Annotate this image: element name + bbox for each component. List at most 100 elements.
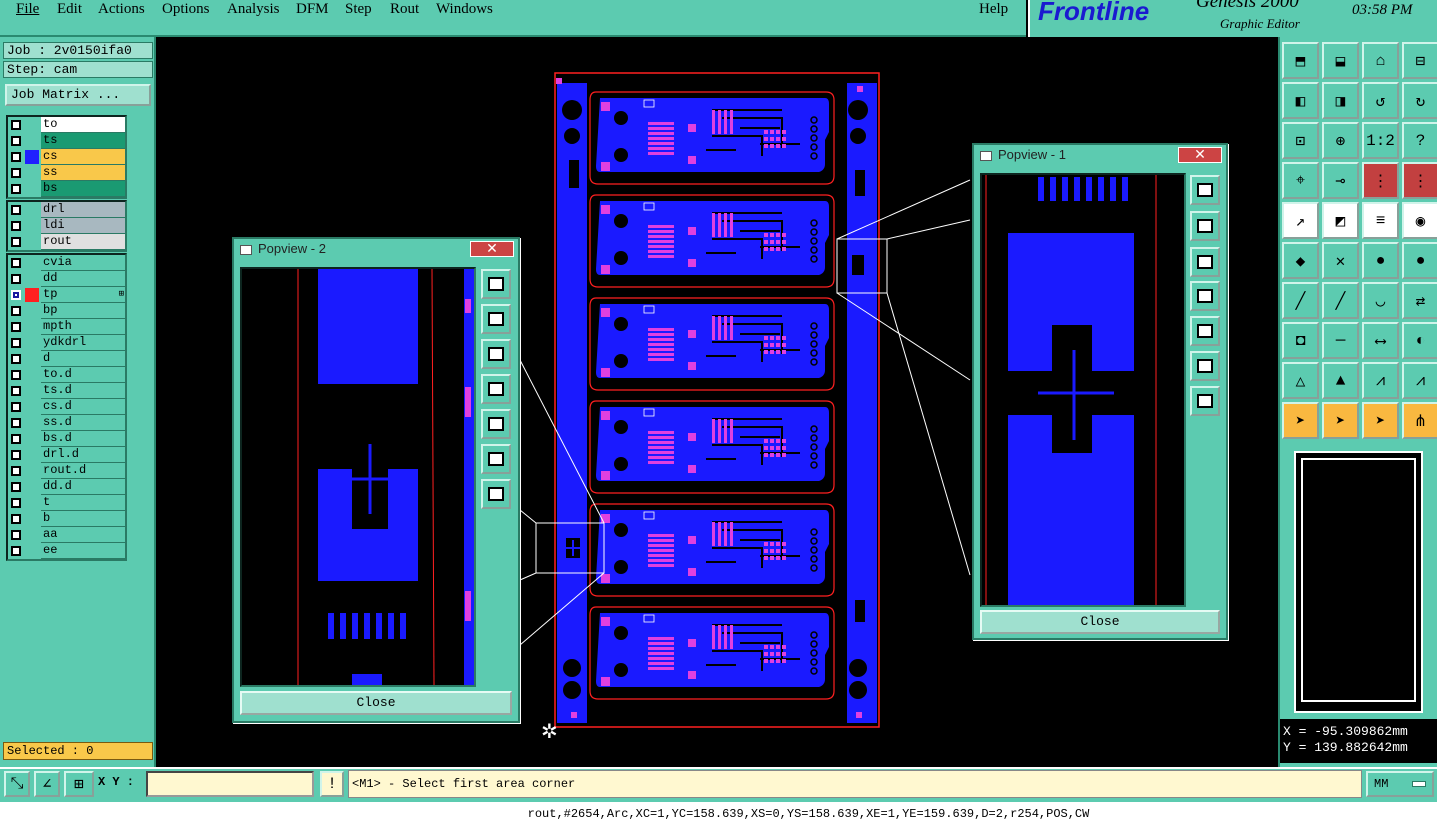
popview-1-window[interactable]: Popview - 1 ✕ Close bbox=[972, 143, 1228, 640]
layer-checkbox[interactable] bbox=[11, 136, 21, 146]
layer-color-swatch[interactable] bbox=[25, 182, 39, 196]
pad-icon[interactable]: ◘ bbox=[1282, 322, 1319, 359]
layer-name[interactable]: bs bbox=[41, 181, 125, 197]
layer-color-swatch[interactable] bbox=[25, 272, 39, 286]
cross-icon[interactable]: ✕ bbox=[1322, 242, 1359, 279]
mirror-icon[interactable]: ⇄ bbox=[1402, 282, 1437, 319]
pan-left-icon[interactable]: ◧ bbox=[1282, 82, 1319, 119]
menu-help[interactable]: Help bbox=[979, 1, 1008, 18]
layer-row-to-d[interactable]: to.d bbox=[8, 367, 125, 383]
home-icon[interactable]: ⌂ bbox=[1362, 42, 1399, 79]
layer-checkbox[interactable] bbox=[11, 514, 21, 524]
step-down-icon[interactable]: ⬓ bbox=[1322, 42, 1359, 79]
layer-row-aa[interactable]: aa bbox=[8, 527, 125, 543]
layer-color-swatch[interactable] bbox=[25, 496, 39, 510]
zoom-in-button[interactable] bbox=[1190, 351, 1220, 381]
zoom-fit-button[interactable] bbox=[1190, 175, 1220, 205]
zoom-fit-icon[interactable]: ⊡ bbox=[1282, 122, 1319, 159]
layer-name[interactable]: to bbox=[41, 117, 125, 133]
layer-row-tp[interactable]: tp ⊞ bbox=[8, 287, 125, 303]
layer-name[interactable]: drl.d bbox=[41, 447, 125, 463]
layer-checkbox[interactable] bbox=[11, 402, 21, 412]
layer-color-swatch[interactable] bbox=[25, 432, 39, 446]
layer-name[interactable]: cvia bbox=[41, 255, 125, 271]
pan-left-button[interactable] bbox=[1190, 281, 1220, 311]
layer-checkbox[interactable] bbox=[11, 274, 21, 284]
grid-icon[interactable]: ⊞ bbox=[64, 771, 94, 797]
layer-color-swatch[interactable] bbox=[25, 480, 39, 494]
layer-row-ee[interactable]: ee bbox=[8, 543, 125, 559]
layer-name[interactable]: tp ⊞ bbox=[41, 287, 125, 303]
layer-name[interactable]: ldi bbox=[41, 218, 125, 234]
layer-name[interactable]: mpth bbox=[41, 319, 125, 335]
layer-row-ts[interactable]: ts bbox=[8, 133, 125, 149]
layer-name[interactable]: dd.d bbox=[41, 479, 125, 495]
measure-icon[interactable]: ∠ bbox=[34, 771, 60, 797]
layer-color-swatch[interactable] bbox=[25, 336, 39, 350]
zoom-fit-button[interactable] bbox=[481, 269, 511, 299]
probe-icon[interactable]: ⊸ bbox=[1322, 162, 1359, 199]
tri4-icon[interactable]: ⩘ bbox=[1402, 362, 1437, 399]
target-icon[interactable]: ◉ bbox=[1402, 202, 1437, 239]
layer-row-cs[interactable]: cs bbox=[8, 149, 125, 165]
arc-icon[interactable]: ◡ bbox=[1362, 282, 1399, 319]
layer-color-swatch[interactable] bbox=[25, 384, 39, 398]
menu-step[interactable]: Step bbox=[345, 1, 372, 18]
popview-2-close-button[interactable]: Close bbox=[240, 691, 512, 715]
node2-icon[interactable]: ● bbox=[1402, 242, 1437, 279]
layer-name[interactable]: ts bbox=[41, 133, 125, 149]
popview-2-window[interactable]: Popview - 2 ✕ Close bbox=[232, 237, 520, 723]
window-icon[interactable]: ⊟ bbox=[1402, 42, 1437, 79]
layer-color-swatch[interactable] bbox=[25, 288, 39, 302]
layer-checkbox[interactable] bbox=[11, 434, 21, 444]
layer-name[interactable]: cs bbox=[41, 149, 125, 165]
pan-right-button[interactable] bbox=[481, 409, 511, 439]
pan-right-icon[interactable]: ◨ bbox=[1322, 82, 1359, 119]
menu-options[interactable]: Options bbox=[162, 1, 210, 18]
ruler-icon[interactable]: ≡ bbox=[1362, 202, 1399, 239]
layer-checkbox[interactable] bbox=[11, 354, 21, 364]
layer-name[interactable]: b bbox=[41, 511, 125, 527]
layer-row-t[interactable]: t bbox=[8, 495, 125, 511]
layer-name[interactable]: ee bbox=[41, 543, 125, 559]
layer-name[interactable]: rout bbox=[41, 234, 125, 250]
layer-color-swatch[interactable] bbox=[25, 352, 39, 366]
layer-name[interactable]: ydkdrl bbox=[41, 335, 125, 351]
layer-row-drl-d[interactable]: drl.d bbox=[8, 447, 125, 463]
layer-row-dd-d[interactable]: dd.d bbox=[8, 479, 125, 495]
layer-name[interactable]: to.d bbox=[41, 367, 125, 383]
layer-checkbox[interactable] bbox=[11, 290, 21, 300]
layer-color-swatch[interactable] bbox=[25, 150, 39, 164]
layer-name[interactable]: aa bbox=[41, 527, 125, 543]
layer-row-bs[interactable]: bs bbox=[8, 181, 125, 197]
layer-color-swatch[interactable] bbox=[25, 219, 39, 233]
connect-icon[interactable]: ◆ bbox=[1282, 242, 1319, 279]
layer-color-swatch[interactable] bbox=[25, 448, 39, 462]
layer-checkbox[interactable] bbox=[11, 546, 21, 556]
layer-name[interactable]: ts.d bbox=[41, 383, 125, 399]
layer-color-swatch[interactable] bbox=[25, 416, 39, 430]
fit-icon[interactable]: ⟷ bbox=[1362, 322, 1399, 359]
layer-color-swatch[interactable] bbox=[25, 400, 39, 414]
layer-row-rout[interactable]: rout bbox=[8, 234, 125, 250]
layer-name[interactable]: cs.d bbox=[41, 399, 125, 415]
segment-icon[interactable]: ─ bbox=[1322, 322, 1359, 359]
layer-checkbox[interactable] bbox=[11, 530, 21, 540]
layer-checkbox[interactable] bbox=[11, 205, 21, 215]
layer-name[interactable]: drl bbox=[41, 202, 125, 218]
layer-name[interactable]: ss.d bbox=[41, 415, 125, 431]
layer-checkbox[interactable] bbox=[11, 418, 21, 428]
layer-color-swatch[interactable] bbox=[25, 304, 39, 318]
layer-checkbox[interactable] bbox=[11, 450, 21, 460]
layer-checkbox[interactable] bbox=[11, 498, 21, 508]
step-up-icon[interactable]: ⬒ bbox=[1282, 42, 1319, 79]
layer-name[interactable]: dd bbox=[41, 271, 125, 287]
zoom-icon[interactable]: ⊕ bbox=[1322, 122, 1359, 159]
layer-checkbox[interactable] bbox=[11, 221, 21, 231]
layer-name[interactable]: ss bbox=[41, 165, 125, 181]
layer-color-swatch[interactable] bbox=[25, 528, 39, 542]
overview-viewport[interactable] bbox=[1301, 458, 1416, 702]
layer-checkbox[interactable] bbox=[11, 370, 21, 380]
layer-color-swatch[interactable] bbox=[25, 203, 39, 217]
layer-row-mpth[interactable]: mpth bbox=[8, 319, 125, 335]
